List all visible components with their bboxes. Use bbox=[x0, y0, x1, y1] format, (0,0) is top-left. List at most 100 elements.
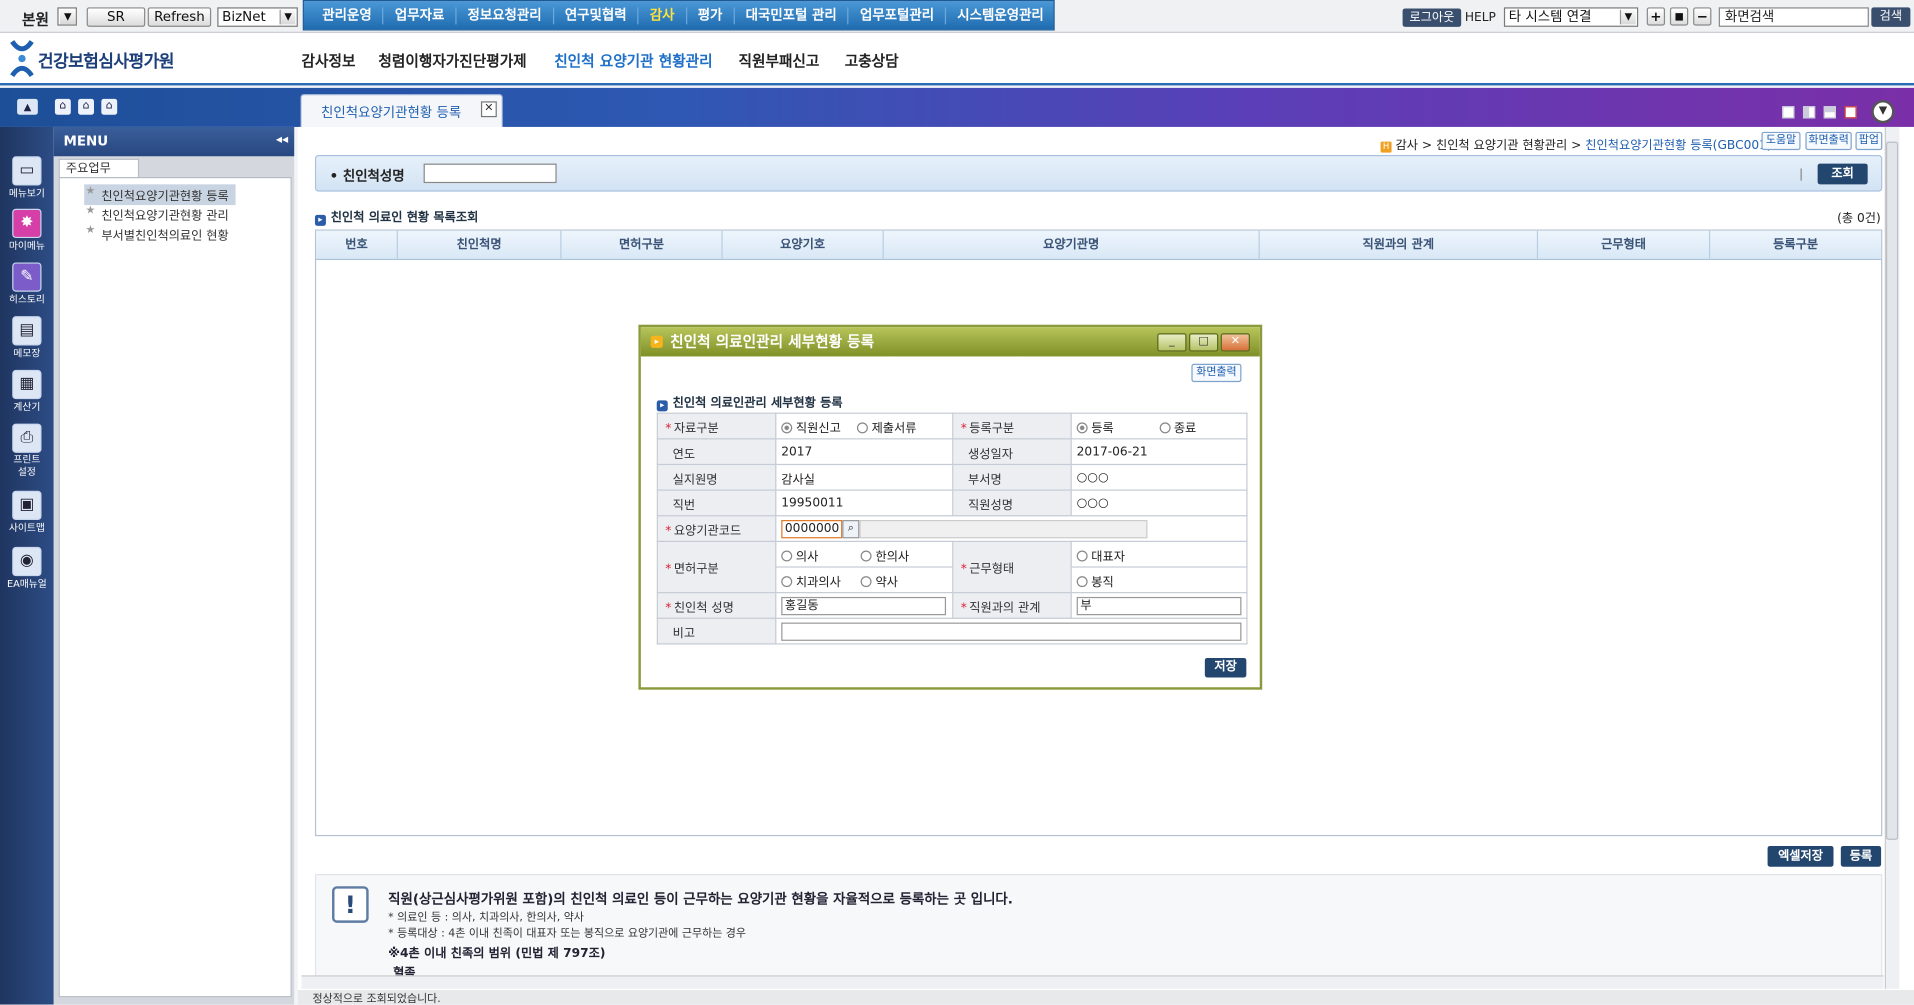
menu-item-label: 친인척요양기관현황 관리 bbox=[101, 209, 229, 224]
menu-item[interactable]: ★ 친인척요양기관현황 관리 bbox=[84, 204, 236, 225]
remark-field[interactable] bbox=[781, 621, 1242, 641]
radio-doctor[interactable]: 의사 bbox=[781, 545, 857, 563]
grid-col-header[interactable]: 면허구분 bbox=[562, 230, 723, 259]
radio-employed[interactable]: 봉직 bbox=[1076, 575, 1114, 589]
calculator-button[interactable]: ▦ 계산기 bbox=[0, 369, 54, 414]
down-circle-icon[interactable]: ▼ bbox=[1871, 100, 1895, 124]
help-link[interactable]: HELP bbox=[1465, 11, 1496, 24]
form-label-text: 근무형태 bbox=[969, 562, 1015, 577]
home-icon[interactable]: ⌂ bbox=[101, 98, 118, 115]
horizontal-scrollbar[interactable] bbox=[301, 975, 1884, 989]
system-select[interactable]: 타 시스템 연결 ▼ bbox=[1503, 7, 1639, 27]
main-menu-item[interactable]: 감사정보 bbox=[302, 50, 356, 71]
save-button[interactable]: 저장 bbox=[1204, 657, 1247, 678]
created-date-value: 2017-06-21 bbox=[1070, 438, 1248, 466]
top-nav-item[interactable]: 대국민포털 관리 bbox=[735, 6, 849, 24]
popup-button[interactable]: 팝업 bbox=[1855, 131, 1883, 151]
main-menu-item[interactable]: 직원부패신고 bbox=[739, 50, 820, 71]
home-icon[interactable]: ⌂ bbox=[78, 98, 94, 115]
scroll-thumb[interactable] bbox=[1885, 141, 1899, 840]
layout-rows-icon[interactable] bbox=[1823, 106, 1836, 119]
memo-button[interactable]: ▤ 메모장 bbox=[0, 316, 54, 360]
relative-name-input[interactable] bbox=[423, 163, 557, 184]
close-all-icon[interactable] bbox=[1844, 106, 1857, 119]
query-button[interactable]: 조회 bbox=[1817, 163, 1868, 185]
radio-end[interactable]: 종료 bbox=[1159, 421, 1196, 435]
menu-view-button[interactable]: ▭ 메뉴보기 bbox=[0, 156, 54, 200]
grid-col-header[interactable]: 직원과의 관계 bbox=[1260, 230, 1539, 259]
layout-split-icon[interactable] bbox=[1802, 106, 1816, 119]
top-nav-item[interactable]: 평가 bbox=[687, 6, 735, 24]
print-setting-button[interactable]: ⎙ 프린트 설정 bbox=[0, 423, 54, 479]
form-label-text: 친인척 성명 bbox=[673, 601, 734, 615]
top-nav-item[interactable]: 시스템운영관리 bbox=[946, 7, 1054, 24]
grid-col-header[interactable]: 요양기관명 bbox=[884, 230, 1260, 259]
layout-single-icon[interactable] bbox=[1782, 106, 1795, 119]
maximize-icon[interactable]: □ bbox=[1188, 333, 1219, 352]
excel-save-button[interactable]: 엑셀저장 bbox=[1767, 845, 1834, 867]
home-icon[interactable]: ⌂ bbox=[54, 98, 71, 115]
top-nav-item[interactable]: 연구및협력 bbox=[554, 6, 639, 24]
collapse-left-icon[interactable]: ◂◂ bbox=[276, 133, 288, 146]
help-button[interactable]: 도움말 bbox=[1761, 131, 1801, 151]
radio-submit-doc[interactable]: 제출서류 bbox=[856, 421, 917, 435]
tab-current[interactable]: 친인척요양기관현황 등록 ✕ bbox=[300, 93, 503, 127]
dialog-icon: ▸ bbox=[650, 335, 663, 348]
top-nav-item[interactable]: 정보요청관리 bbox=[457, 6, 554, 24]
menu-item[interactable]: ★ 친인척요양기관현황 등록 bbox=[84, 184, 237, 206]
menu-tree: ★ 친인척요양기관현황 등록 ★ 친인척요양기관현황 관리 ★ 부서별친인척의료인 현… bbox=[58, 177, 292, 998]
radio-pharmacist[interactable]: 약사 bbox=[860, 575, 898, 589]
zoom-in-button[interactable]: + bbox=[1646, 7, 1666, 26]
menu-item-label: 친인척요양기관현황 등록 bbox=[101, 190, 229, 204]
grid-col-header[interactable]: 요양기호 bbox=[723, 230, 884, 259]
top-nav-item[interactable]: 관리운영 bbox=[311, 6, 384, 24]
dialog-print-button[interactable]: 화면출력 bbox=[1191, 363, 1242, 383]
top-nav-item[interactable]: 업무포털관리 bbox=[849, 6, 947, 24]
print-screen-button[interactable]: 화면출력 bbox=[1805, 131, 1852, 151]
radio-oriental-doctor[interactable]: 한의사 bbox=[860, 549, 909, 563]
grid-col-header[interactable]: 근무형태 bbox=[1538, 230, 1711, 259]
screen-search-button[interactable]: 검색 bbox=[1871, 7, 1911, 27]
minimize-icon[interactable]: _ bbox=[1157, 333, 1187, 352]
zoom-out-button[interactable]: − bbox=[1693, 7, 1712, 26]
biznet-select[interactable]: BizNet ▼ bbox=[217, 7, 298, 27]
site-label: 본원 bbox=[21, 10, 49, 29]
radio-circle bbox=[1076, 421, 1088, 433]
history-button[interactable]: ✎ 히스토리 bbox=[0, 262, 54, 306]
radio-staff-report[interactable]: 직원신고 bbox=[781, 421, 841, 435]
screen-search-input[interactable]: 화면검색 bbox=[1718, 7, 1869, 27]
menu-item[interactable]: ★ 부서별친인척의료인 현황 bbox=[84, 223, 236, 244]
top-nav-item[interactable]: 업무자료 bbox=[384, 6, 457, 24]
menu-tab-main[interactable]: 주요업무 bbox=[58, 158, 140, 179]
search-icon[interactable]: ⌕ bbox=[842, 519, 860, 538]
grid-col-header[interactable]: 친인척명 bbox=[398, 230, 562, 259]
grid-col-header[interactable]: 등록구분 bbox=[1710, 231, 1881, 259]
inst-code-input[interactable]: 0000000 bbox=[781, 519, 843, 538]
relative-name-field[interactable]: 홍길동 bbox=[781, 596, 947, 615]
collapse-up-icon[interactable]: ▲ bbox=[17, 98, 38, 115]
radio-register[interactable]: 등록 bbox=[1076, 421, 1114, 435]
sitemap-button[interactable]: ▣ 사이트맵 bbox=[0, 490, 54, 535]
register-button[interactable]: 등록 bbox=[1840, 845, 1882, 867]
zoom-reset-button[interactable]: ■ bbox=[1669, 7, 1689, 26]
sr-button[interactable]: SR bbox=[86, 7, 146, 27]
ea-manual-button[interactable]: ◉ EA매뉴얼 bbox=[0, 546, 54, 591]
logout-button[interactable]: 로그아웃 bbox=[1402, 8, 1462, 27]
radio-dentist[interactable]: 치과의사 bbox=[781, 571, 857, 589]
main-menu-item[interactable]: 고충상담 bbox=[845, 50, 899, 71]
top-nav-item-active[interactable]: 감사 bbox=[639, 6, 687, 24]
close-icon[interactable]: ✕ bbox=[1220, 333, 1250, 352]
form-label: * 직원과의 관계 bbox=[952, 592, 1072, 619]
grid-col-header[interactable]: 번호 bbox=[316, 230, 398, 259]
relation-field[interactable]: 부 bbox=[1076, 596, 1242, 615]
main-menu-item-active[interactable]: 친인척 요양기관 현황관리 bbox=[554, 50, 712, 71]
main-menu-item[interactable]: 청렴이행자가진단평가제 bbox=[378, 50, 526, 71]
breadcrumb-item[interactable]: 친인척 요양기관 현황관리 bbox=[1436, 139, 1567, 152]
app-root: 본원 ▼ SR Refresh BizNet ▼ 관리운영 업무자료 정보요청관리… bbox=[0, 0, 1914, 1005]
breadcrumb-item[interactable]: 감사 bbox=[1395, 139, 1417, 152]
my-menu-button[interactable]: ✸ 마이메뉴 bbox=[0, 208, 54, 253]
refresh-button[interactable]: Refresh bbox=[147, 7, 212, 27]
radio-representative[interactable]: 대표자 bbox=[1076, 549, 1125, 563]
close-icon[interactable]: ✕ bbox=[480, 101, 497, 118]
site-select[interactable]: ▼ bbox=[57, 7, 77, 26]
